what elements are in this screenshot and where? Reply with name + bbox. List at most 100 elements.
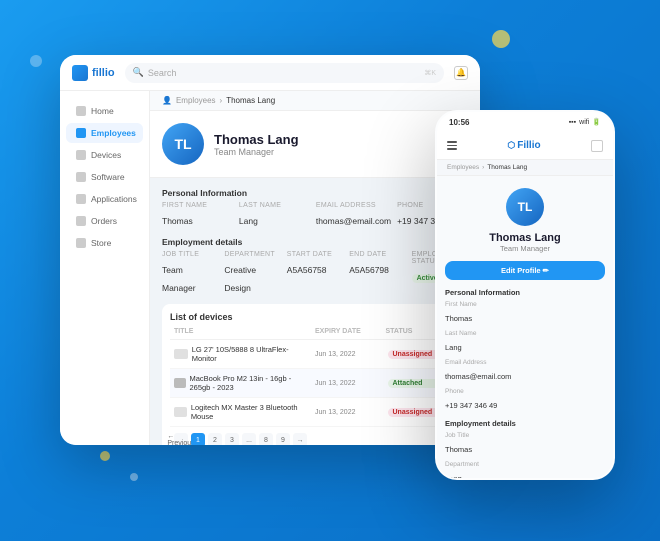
avatar: TL <box>162 123 204 165</box>
page-3-button[interactable]: 3 <box>225 433 239 445</box>
field-job-title-label: JOB TITLE <box>162 251 218 258</box>
field-email-label: EMAIL ADDRESS <box>316 202 391 209</box>
mobile-breadcrumb-current: Thomas Lang <box>487 164 527 171</box>
sidebar-item-orders[interactable]: Orders <box>66 211 143 231</box>
device-expiry-1: Jun 13, 2022 <box>315 380 384 387</box>
device-expiry-2: Jun 13, 2022 <box>315 409 384 416</box>
employees-icon <box>76 128 86 138</box>
mobile-card: 10:56 ▪▪▪ wifi 🔋 ⬡Fillio Employees › Tho… <box>435 110 615 480</box>
bell-icon[interactable]: 🔔 <box>454 66 468 80</box>
devices-icon <box>76 150 86 160</box>
sidebar-label-home: Home <box>91 106 114 116</box>
field-job-title: JOB TITLE Team Manager <box>162 251 218 296</box>
mobile-breadcrumb-parent: Employees <box>447 164 479 171</box>
mobile-time: 10:56 <box>449 118 469 127</box>
sidebar-item-home[interactable]: Home <box>66 101 143 121</box>
decorative-dot-2 <box>492 30 510 48</box>
sidebar-item-applications[interactable]: Applications <box>66 189 143 209</box>
field-last-name-value: Lang <box>239 216 258 226</box>
table-row: MacBook Pro M2 13in - 16gb - 265gb - 202… <box>170 369 460 398</box>
sidebar-item-devices[interactable]: Devices <box>66 145 143 165</box>
edit-profile-button[interactable]: Edit Profile ✏ <box>445 261 605 280</box>
field-end-date-value: A5A56798 <box>349 265 389 275</box>
device-name-1: MacBook Pro M2 13in - 16gb - 265gb - 202… <box>190 374 312 392</box>
page-1-button[interactable]: 1 <box>191 433 205 445</box>
devices-title: List of devices <box>170 312 460 322</box>
personal-info-title: Personal Information <box>162 188 468 198</box>
mobile-field-first-name: First Name Thomas <box>445 301 605 326</box>
field-first-name: FIRST NAME Thomas <box>162 202 233 229</box>
employment-title: Employment details <box>162 237 468 247</box>
info-scroll: Personal Information FIRST NAME Thomas L… <box>150 178 480 445</box>
mobile-nav: ⬡Fillio <box>437 132 613 160</box>
device-name-2: Logitech MX Master 3 Bluetooth Mouse <box>191 403 311 421</box>
field-start-date: START DATE A5A56758 <box>287 251 343 296</box>
next-page-button[interactable]: → <box>293 433 307 445</box>
content-area: 👤 Employees › Thomas Lang TL Thomas Lang… <box>150 91 480 445</box>
mobile-status-bar: 10:56 ▪▪▪ wifi 🔋 <box>437 112 613 132</box>
mobile-employment-title: Employment details <box>445 419 605 428</box>
mobile-bell-button[interactable] <box>591 140 603 152</box>
breadcrumb-current: Thomas Lang <box>226 96 275 105</box>
field-last-name-label: LAST NAME <box>239 202 310 209</box>
mobile-field-phone: Phone +19 347 346 49 <box>445 388 605 413</box>
mobile-value-last-name: Lang <box>445 343 462 352</box>
field-department: DEPARTMENT Creative Design <box>224 251 280 296</box>
field-first-name-value: Thomas <box>162 216 193 226</box>
pagination: ← Previous 1 2 3 ... 8 9 → <box>170 427 460 445</box>
profile-name: Thomas Lang <box>214 132 299 147</box>
mobile-value-email: thomas@email.com <box>445 372 511 381</box>
breadcrumb-person-icon: 👤 <box>162 96 172 105</box>
software-icon <box>76 172 86 182</box>
page-9-button[interactable]: 9 <box>276 433 290 445</box>
page-8-button[interactable]: 8 <box>259 433 273 445</box>
field-last-name: LAST NAME Lang <box>239 202 310 229</box>
mobile-label-first-name: First Name <box>445 301 605 308</box>
mobile-value-job: Thomas <box>445 445 472 454</box>
search-bar[interactable]: 🔍 Search ⌘K <box>125 63 444 83</box>
sidebar-label-applications: Applications <box>91 194 137 204</box>
hamburger-line-2 <box>447 145 457 147</box>
mobile-field-last-name: Last Name Lang <box>445 330 605 355</box>
field-end-date-label: END DATE <box>349 251 405 258</box>
avatar-initials: TL <box>174 136 191 152</box>
mobile-profile-role: Team Manager <box>445 244 605 253</box>
field-job-title-value: Team Manager <box>162 265 196 293</box>
desktop-card: fillio 🔍 Search ⌘K 🔔 Home Employees De <box>60 55 480 445</box>
sidebar-label-employees: Employees <box>91 128 136 138</box>
breadcrumb: 👤 Employees › Thomas Lang <box>150 91 480 111</box>
mobile-field-email: Email Address thomas@email.com <box>445 359 605 384</box>
mobile-avatar-initials: TL <box>518 200 533 214</box>
decorative-dot-3 <box>100 451 110 461</box>
field-first-name-label: FIRST NAME <box>162 202 233 209</box>
field-email-value: thomas@email.com <box>316 216 391 226</box>
mobile-label-job: Job Title <box>445 432 605 439</box>
employment-section: Employment details JOB TITLE Team Manage… <box>162 237 468 296</box>
field-start-date-label: START DATE <box>287 251 343 258</box>
wifi-icon: wifi <box>579 119 589 126</box>
sidebar-item-employees[interactable]: Employees <box>66 123 143 143</box>
battery-icon: 🔋 <box>592 118 601 126</box>
prev-page-button[interactable]: ← Previous <box>174 433 188 445</box>
signal-icon: ▪▪▪ <box>569 119 576 126</box>
device-name-cell: LG 27' 10S/5888 8 UltraFlex-Monitor <box>174 345 311 363</box>
sidebar-label-orders: Orders <box>91 216 117 226</box>
mobile-personal-title: Personal Information <box>445 288 605 297</box>
search-icon: 🔍 <box>133 67 144 78</box>
devices-header: TITLE EXPIRY DATE STATUS <box>170 328 460 340</box>
mobile-profile-name: Thomas Lang <box>445 232 605 244</box>
hamburger-menu-button[interactable] <box>447 141 457 150</box>
monitor-icon <box>174 349 188 359</box>
logo: fillio <box>72 65 115 81</box>
sidebar-item-store[interactable]: Store <box>66 233 143 253</box>
page-2-button[interactable]: 2 <box>208 433 222 445</box>
table-row: Logitech MX Master 3 Bluetooth Mouse Jun… <box>170 398 460 427</box>
employment-grid: JOB TITLE Team Manager DEPARTMENT Creati… <box>162 251 468 296</box>
mobile-value-dept: Lang <box>445 474 462 478</box>
sidebar-item-software[interactable]: Software <box>66 167 143 187</box>
col-expiry: EXPIRY DATE <box>315 328 386 335</box>
breadcrumb-separator: › <box>220 96 223 105</box>
profile-role: Team Manager <box>214 147 299 157</box>
mobile-value-phone: +19 347 346 49 <box>445 401 497 410</box>
page-ellipsis: ... <box>242 433 256 445</box>
